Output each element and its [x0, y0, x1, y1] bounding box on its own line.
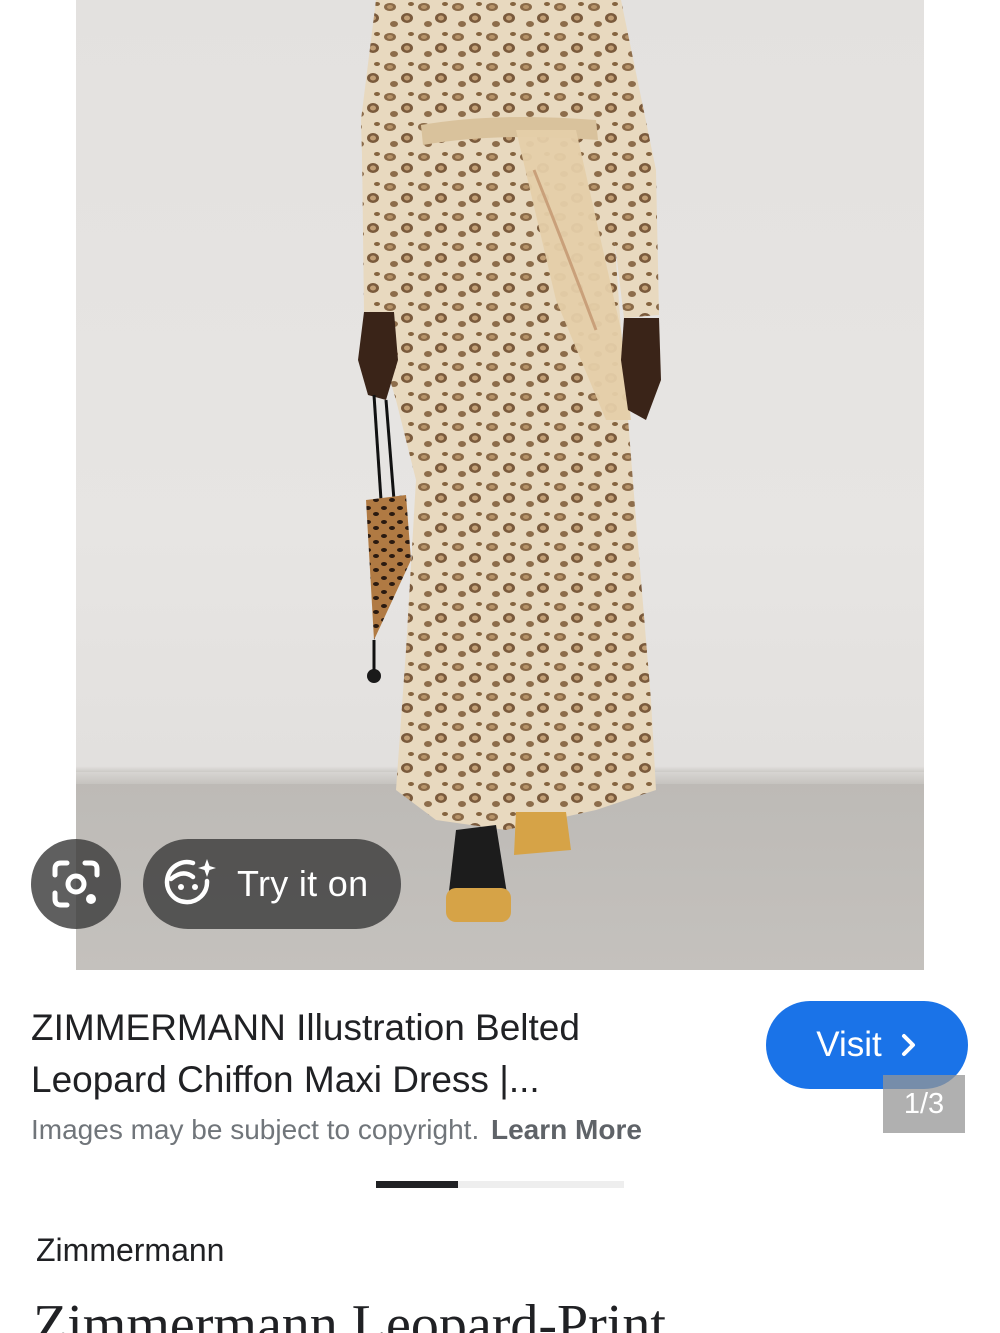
face-sparkle-icon [164, 859, 216, 905]
result-title-line-2: Leopard Chiffon Maxi Dress |... [31, 1059, 540, 1100]
product-photo[interactable] [76, 0, 924, 970]
lens-search-button[interactable] [31, 839, 121, 929]
source-name[interactable]: Zimmermann [36, 1232, 224, 1269]
learn-more-link[interactable]: Learn More [491, 1114, 642, 1145]
chevron-right-icon [901, 1034, 915, 1056]
result-title[interactable]: ZIMMERMANN Illustration Belted Leopard C… [31, 1002, 711, 1106]
google-lens-icon [52, 860, 100, 908]
carousel-progress [376, 1181, 624, 1188]
image-counter: 1/3 [883, 1075, 965, 1133]
carousel-progress-fill [376, 1181, 458, 1188]
try-it-on-label: Try it on [237, 863, 369, 904]
page-heading[interactable]: Zimmermann Leopard-Print [33, 1290, 666, 1333]
visit-label: Visit [816, 1025, 882, 1064]
image-viewer: Try it on [0, 0, 1000, 970]
copyright-notice: Images may be subject to copyright. Lear… [31, 1114, 642, 1146]
result-title-line-1: ZIMMERMANN Illustration Belted [31, 1007, 580, 1048]
try-it-on-button[interactable]: Try it on [143, 839, 401, 929]
model-illustration [358, 0, 661, 922]
copyright-text: Images may be subject to copyright. [31, 1114, 480, 1145]
